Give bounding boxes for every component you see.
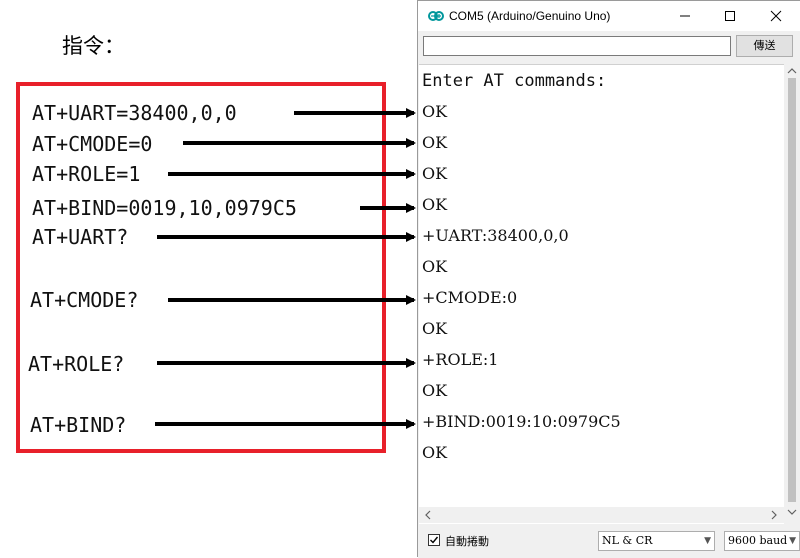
baud-rate-value: 9600 baud [728, 534, 788, 547]
output-line: OK [422, 443, 448, 462]
send-input[interactable] [423, 36, 731, 56]
scroll-right-icon[interactable] [767, 507, 781, 523]
output-line: OK [422, 133, 448, 152]
output-line: Enter AT commands: [422, 71, 607, 91]
response-arrows [155, 108, 416, 429]
line-ending-value: NL & CR [602, 534, 653, 547]
chevron-down-icon: ▼ [789, 536, 796, 546]
output-line: OK [422, 164, 448, 183]
chevron-down-icon: ▼ [704, 536, 711, 546]
maximize-icon [725, 11, 735, 21]
vertical-scrollbar[interactable] [784, 64, 800, 523]
output-line: OK [422, 102, 448, 121]
autoscroll-checkbox[interactable] [428, 534, 440, 546]
window-title: COM5 (Arduino/Genuino Uno) [449, 9, 611, 23]
maximize-button[interactable] [710, 1, 750, 31]
baud-rate-select[interactable]: 9600 baud ▼ [724, 531, 800, 551]
scroll-down-icon[interactable] [784, 505, 800, 519]
scroll-left-icon[interactable] [421, 507, 435, 523]
scroll-up-icon[interactable] [784, 64, 800, 78]
close-button[interactable] [756, 1, 796, 31]
output-line: +ROLE:1 [422, 350, 499, 369]
send-row: 傳送 [418, 32, 800, 64]
autoscroll-label: 自動捲動 [445, 535, 489, 548]
status-bar: 自動捲動 NL & CR ▼ 9600 baud ▼ [418, 524, 800, 558]
vertical-scroll-thumb[interactable] [788, 78, 796, 502]
output-line: OK [422, 257, 448, 276]
minimize-button[interactable] [665, 1, 705, 31]
minimize-icon [680, 15, 690, 17]
output-line: OK [422, 381, 448, 400]
horizontal-scrollbar[interactable] [419, 507, 784, 523]
output-line: OK [422, 195, 448, 214]
checkmark-icon [430, 536, 439, 544]
close-icon [770, 10, 782, 22]
arduino-logo-icon [428, 11, 444, 21]
output-line: +BIND:0019:10:0979C5 [422, 412, 621, 431]
serial-monitor-window: COM5 (Arduino/Genuino Uno) 傳送 Enter AT c… [417, 0, 800, 558]
serial-output[interactable]: Enter AT commands: OK OK OK OK +UART:384… [419, 64, 784, 524]
output-line: OK [422, 319, 448, 338]
output-line: +CMODE:0 [422, 288, 518, 307]
line-ending-select[interactable]: NL & CR ▼ [598, 531, 715, 551]
title-bar[interactable]: COM5 (Arduino/Genuino Uno) [418, 1, 800, 31]
output-line: +UART:38400,0,0 [422, 226, 569, 245]
send-button[interactable]: 傳送 [736, 35, 793, 57]
